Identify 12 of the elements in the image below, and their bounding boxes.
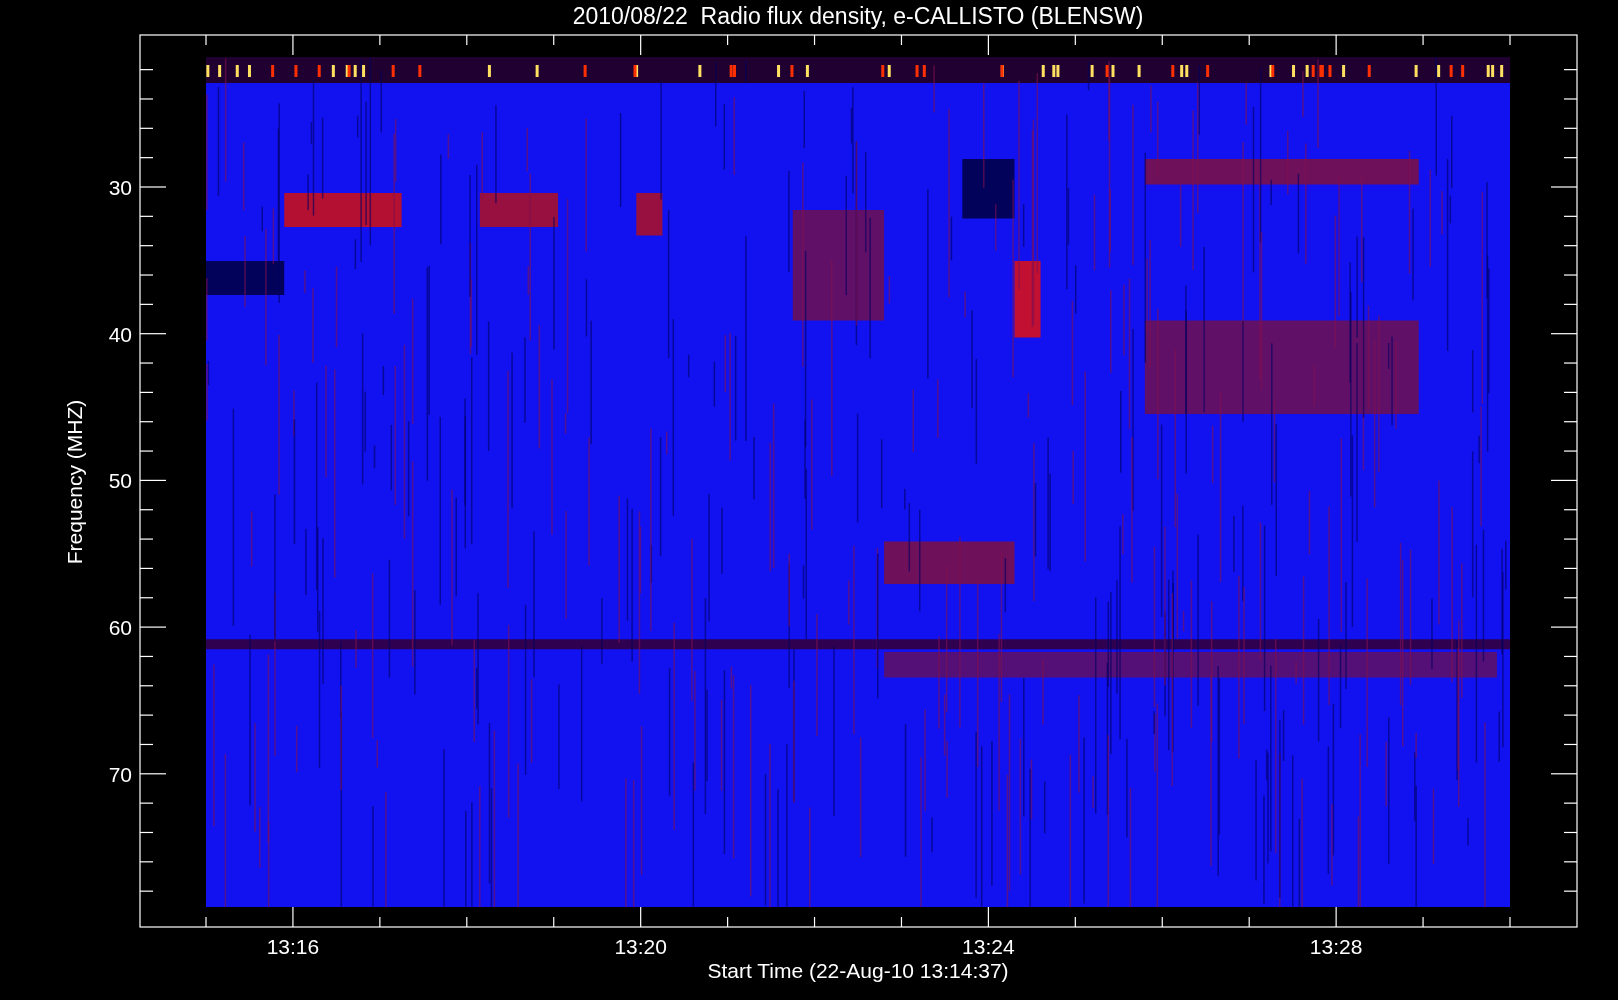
chart-title: 2010/08/22 Radio flux density, e-CALLISTO (BLENSW) xyxy=(572,3,1144,29)
axis-tick-label: 60 xyxy=(108,616,132,640)
axis-title: Frequency (MHZ) xyxy=(63,399,86,565)
axis-tick-label: 30 xyxy=(108,176,132,199)
axis-tick-label: 13:20 xyxy=(614,935,667,958)
axis-tick-label: 13:24 xyxy=(962,935,1015,958)
axis-tick-label: 70 xyxy=(108,762,132,786)
axis-title: Start Time (22-Aug-10 13:14:37) xyxy=(707,959,1009,982)
axis-tick-label: 40 xyxy=(108,322,132,346)
axis-tick-label: 13:16 xyxy=(266,935,320,958)
axis-tick-label: 13:28 xyxy=(1309,935,1363,958)
axis-tick-label: 50 xyxy=(108,469,132,493)
